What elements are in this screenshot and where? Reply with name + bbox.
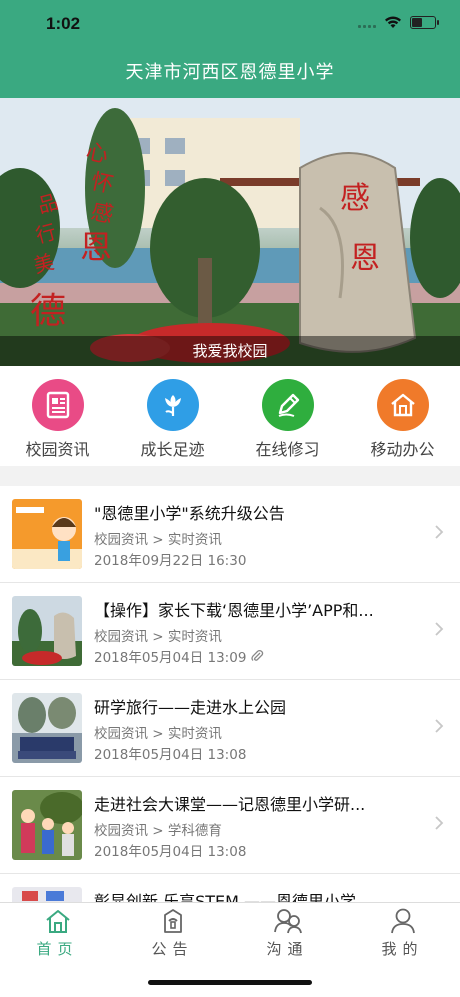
wifi-icon <box>385 16 401 28</box>
home-icon <box>45 910 70 933</box>
svg-text:恩: 恩 <box>80 228 112 266</box>
status-time: 1:02 <box>46 14 81 33</box>
news-category: 校园资讯 > 实时资讯 <box>94 726 222 742</box>
quick-menu: 校园资讯 成长足迹 在线修习 移动办公 <box>0 366 460 466</box>
status-bar: 1:02 <box>0 0 460 48</box>
list-item[interactable]: "恩德里小学"系统升级公告 校园资讯 > 实时资讯 2018年09月22日 16… <box>0 486 460 583</box>
page-title: 天津市河西区恩德里小学 <box>125 62 335 83</box>
news-title: 走进社会大课堂——记恩德里小学研... <box>94 795 366 814</box>
menu-label: 在线修习 <box>255 440 320 459</box>
banner-caption: 我爱我校园 <box>0 336 460 366</box>
news-list: "恩德里小学"系统升级公告 校园资讯 > 实时资讯 2018年09月22日 16… <box>0 486 460 971</box>
home-indicator <box>148 980 312 985</box>
news-thumbnail <box>12 790 82 860</box>
news-category: 校园资讯 > 实时资讯 <box>94 629 222 645</box>
pencil-icon <box>261 379 314 431</box>
flower-icon <box>146 379 199 431</box>
news-title: 研学旅行——走进水上公园 <box>94 698 287 717</box>
menu-item-study[interactable]: 在线修习 <box>230 366 345 466</box>
tab-home[interactable]: 首页 <box>0 903 115 997</box>
news-category: 校园资讯 > 学科德育 <box>94 823 222 839</box>
user-icon <box>390 908 415 934</box>
list-item[interactable]: 研学旅行——走进水上公园 校园资讯 > 实时资讯 2018年05月04日 13:… <box>0 680 460 777</box>
tab-mine[interactable]: 我的 <box>345 903 460 997</box>
news-category: 校园资讯 > 实时资讯 <box>94 532 222 548</box>
chevron-right-icon <box>435 816 444 830</box>
svg-text:德: 德 <box>30 291 66 332</box>
menu-label: 成长足迹 <box>140 440 205 459</box>
news-date: 2018年05月04日 13:08 <box>94 844 247 860</box>
news-title: "恩德里小学"系统升级公告 <box>94 504 285 523</box>
news-title: 【操作】家长下载‘恩德里小学’APP和... <box>94 601 374 620</box>
list-item[interactable]: 走进社会大课堂——记恩德里小学研... 校园资讯 > 学科德育 2018年05月… <box>0 777 460 874</box>
chevron-right-icon <box>435 525 444 539</box>
notice-icon <box>163 909 182 933</box>
tab-label: 首页 <box>36 940 79 958</box>
attachment-icon <box>251 649 264 661</box>
news-date: 2018年09月22日 16:30 <box>94 553 247 569</box>
signal-icon <box>358 18 376 28</box>
menu-label: 移动办公 <box>370 440 435 459</box>
news-thumbnail <box>12 596 82 666</box>
battery-icon <box>410 16 439 29</box>
svg-text:感: 感 <box>340 181 370 216</box>
menu-item-growth[interactable]: 成长足迹 <box>115 366 230 466</box>
svg-text:恩: 恩 <box>350 241 380 276</box>
tab-label: 沟通 <box>266 940 309 958</box>
menu-item-office[interactable]: 移动办公 <box>345 366 460 466</box>
chat-icon <box>273 909 302 934</box>
news-thumbnail <box>12 693 82 763</box>
menu-item-news[interactable]: 校园资讯 <box>0 366 115 466</box>
tab-label: 公告 <box>151 940 194 958</box>
chevron-right-icon <box>435 622 444 636</box>
campus-banner[interactable]: 感 恩 心 怀 感 恩 品 行 美 德 我爱我校园 <box>0 98 460 366</box>
home-office-icon <box>376 379 429 431</box>
news-date: 2018年05月04日 13:08 <box>94 747 247 763</box>
campus-photo: 感 恩 心 怀 感 恩 品 行 美 德 <box>0 98 460 366</box>
tab-label: 我的 <box>381 940 424 958</box>
news-thumbnail <box>12 499 82 569</box>
news-icon <box>31 379 84 431</box>
nav-bar: 天津市河西区恩德里小学 <box>0 48 460 98</box>
chevron-right-icon <box>435 719 444 733</box>
news-date: 2018年05月04日 13:09 <box>94 650 247 666</box>
list-item[interactable]: 【操作】家长下载‘恩德里小学’APP和... 校园资讯 > 实时资讯 2018年… <box>0 583 460 680</box>
menu-label: 校园资讯 <box>25 440 90 459</box>
